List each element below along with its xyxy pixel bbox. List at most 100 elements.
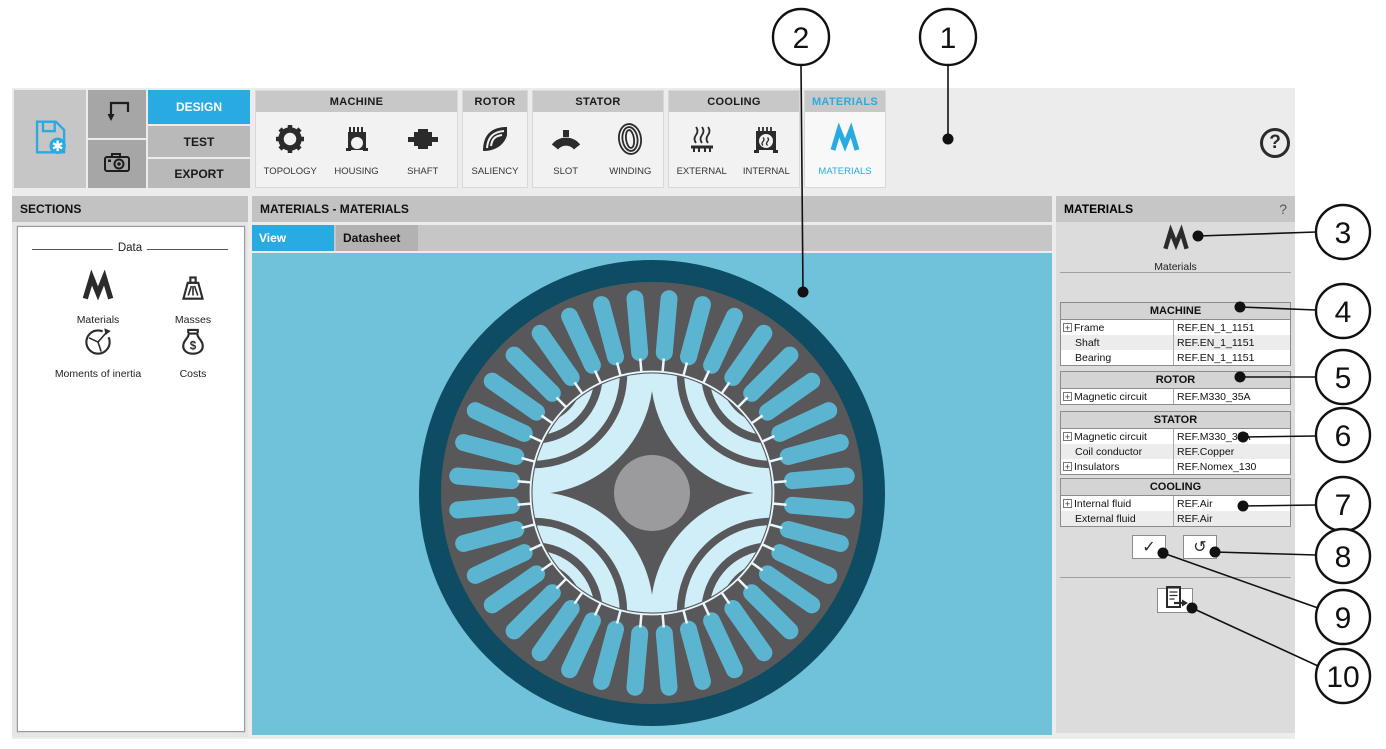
table-header-stator: STATOR xyxy=(1061,412,1290,429)
section-item-label: Costs xyxy=(180,368,207,380)
row-label[interactable]: Internal fluid xyxy=(1061,496,1174,511)
slot-icon xyxy=(549,122,583,161)
cooling-materials-table: COOLING Internal fluid REF.Air External … xyxy=(1060,478,1291,527)
rotor-materials-table: ROTOR Magnetic circuit REF.M330_35A xyxy=(1060,371,1291,405)
expand-icon[interactable] xyxy=(1063,323,1072,332)
callout-circle-8 xyxy=(1316,529,1370,583)
shaft-icon xyxy=(406,122,440,161)
toolbar-item-label: WINDING xyxy=(609,166,651,177)
row-value[interactable]: REF.Copper xyxy=(1174,446,1290,458)
callout-number-1: 1 xyxy=(940,22,957,55)
toolbar-item-label: SLOT xyxy=(553,166,578,177)
main-view-title: MATERIALS - MATERIALS xyxy=(252,196,1052,222)
document-export-icon xyxy=(1158,583,1192,618)
toolbar-group-stator: STATOR SLOT xyxy=(532,90,664,188)
gear-icon xyxy=(273,122,307,161)
tab-test[interactable]: TEST xyxy=(148,126,250,157)
toolbar-item-topology[interactable]: TOPOLOGY xyxy=(258,122,322,177)
help-button[interactable]: ? xyxy=(1260,128,1290,158)
row-label[interactable]: Magnetic circuit xyxy=(1061,429,1174,444)
toolbar-item-housing[interactable]: HOUSING xyxy=(325,122,389,177)
panel-help-icon[interactable]: ? xyxy=(1279,201,1287,217)
row-label[interactable]: Magnetic circuit xyxy=(1061,389,1174,404)
apply-button[interactable]: ✓ xyxy=(1132,535,1166,559)
callout-number-8: 8 xyxy=(1335,541,1352,574)
callout-number-9: 9 xyxy=(1335,602,1352,635)
row-value[interactable]: REF.Air xyxy=(1174,513,1290,525)
row-value[interactable]: REF.EN_1_1151 xyxy=(1174,337,1290,349)
row-label[interactable]: Shaft xyxy=(1061,335,1174,350)
toolbar-group-cooling: COOLING xyxy=(668,90,800,188)
housing-icon xyxy=(340,122,374,161)
toolbar-item-slot[interactable]: SLOT xyxy=(534,122,598,177)
toolbar-item-saliency[interactable]: SALIENCY xyxy=(463,122,527,177)
sections-panel-title: SECTIONS xyxy=(12,196,248,222)
row-label[interactable]: Insulators xyxy=(1061,459,1174,474)
data-group-label: Data xyxy=(113,242,147,254)
materials-panel-title: MATERIALS xyxy=(1064,202,1133,216)
table-row: Magnetic circuit REF.M330_35A xyxy=(1061,429,1290,444)
camera-icon xyxy=(100,145,134,184)
section-item-masses[interactable]: Masses xyxy=(148,269,238,326)
panel-divider xyxy=(1060,577,1291,578)
toolbar-item-label: SALIENCY xyxy=(472,166,519,177)
row-value[interactable]: REF.EN_1_1151 xyxy=(1174,352,1290,364)
callout-number-7: 7 xyxy=(1335,489,1352,522)
row-value[interactable]: REF.M330_35A xyxy=(1174,431,1290,443)
row-value[interactable]: REF.EN_1_1151 xyxy=(1174,322,1290,334)
expand-icon[interactable] xyxy=(1063,462,1072,471)
toolbar-item-shaft[interactable]: SHAFT xyxy=(391,122,455,177)
toolbar-item-winding[interactable]: WINDING xyxy=(598,122,662,177)
data-group-divider: Data xyxy=(32,249,228,250)
toolbar-item-internal[interactable]: INTERNAL xyxy=(734,122,798,177)
tab-design[interactable]: DESIGN xyxy=(148,90,250,124)
toolbar-group-materials: MATERIALS MATERIALS xyxy=(804,90,886,188)
callout-circle-4 xyxy=(1316,284,1370,338)
motor-cross-section-view[interactable] xyxy=(252,253,1052,735)
tab-datasheet[interactable]: Datasheet xyxy=(336,225,418,251)
row-label[interactable]: External fluid xyxy=(1061,511,1174,526)
callout-number-5: 5 xyxy=(1335,362,1352,395)
row-value[interactable]: REF.Nomex_130 xyxy=(1174,461,1290,473)
row-label[interactable]: Bearing xyxy=(1061,350,1174,365)
section-item-costs[interactable]: $ Costs xyxy=(148,323,238,380)
saliency-icon xyxy=(478,122,512,161)
row-label[interactable]: Coil conductor xyxy=(1061,444,1174,459)
undo-button[interactable] xyxy=(88,90,146,138)
section-item-materials[interactable]: Materials xyxy=(43,269,153,326)
callout-number-3: 3 xyxy=(1335,217,1352,250)
table-header-cooling: COOLING xyxy=(1061,479,1290,496)
materials-icon xyxy=(1161,224,1191,259)
tab-export[interactable]: EXPORT xyxy=(148,159,250,188)
toolbar-item-materials[interactable]: MATERIALS xyxy=(813,122,877,177)
panel-divider xyxy=(1060,272,1291,273)
expand-icon[interactable] xyxy=(1063,499,1072,508)
group-header-rotor: ROTOR xyxy=(463,91,527,112)
section-item-moments-of-inertia[interactable]: Moments of inertia xyxy=(28,323,168,380)
selected-section-block: Materials xyxy=(1056,224,1295,270)
machine-materials-table: MACHINE Frame REF.EN_1_1151 Shaft REF.EN… xyxy=(1060,302,1291,366)
materials-icon xyxy=(828,122,862,161)
expand-icon[interactable] xyxy=(1063,392,1072,401)
toolbar-item-external[interactable]: EXTERNAL xyxy=(670,122,734,177)
table-row: Magnetic circuit REF.M330_35A xyxy=(1061,389,1290,404)
restore-button[interactable]: ↺ xyxy=(1183,535,1217,559)
tab-view[interactable]: View xyxy=(252,225,334,251)
save-button[interactable] xyxy=(14,90,86,188)
undo-arrow-icon xyxy=(100,95,134,134)
expand-icon[interactable] xyxy=(1063,432,1072,441)
sections-data-box: Data Materials xyxy=(17,226,245,732)
callout-circle-3 xyxy=(1316,205,1370,259)
svg-text:$: $ xyxy=(190,339,197,352)
row-value[interactable]: REF.M330_35A xyxy=(1174,391,1290,403)
table-row: Coil conductor REF.Copper xyxy=(1061,444,1290,459)
toolbar-group-machine: MACHINE TOPOLOGY xyxy=(255,90,458,188)
table-row: Insulators REF.Nomex_130 xyxy=(1061,459,1290,474)
toolbar-item-label: TOPOLOGY xyxy=(264,166,317,177)
screenshot-button[interactable] xyxy=(88,140,146,188)
callout-circle-6 xyxy=(1316,408,1370,462)
row-label[interactable]: Frame xyxy=(1061,320,1174,335)
export-report-button[interactable] xyxy=(1157,588,1193,613)
table-row: Shaft REF.EN_1_1151 xyxy=(1061,335,1290,350)
row-value[interactable]: REF.Air xyxy=(1174,498,1290,510)
